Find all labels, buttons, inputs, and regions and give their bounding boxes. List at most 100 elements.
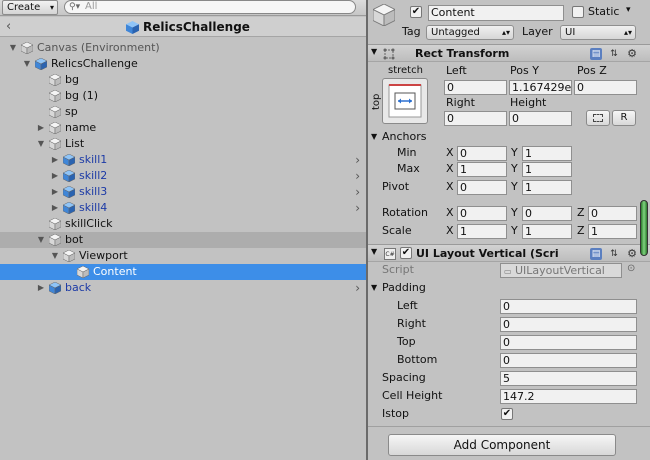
scale-label: Scale [382, 224, 412, 237]
script-field: ▭ UILayoutVertical [500, 263, 622, 278]
blueprint-mode-button[interactable] [586, 110, 610, 126]
hierarchy-item[interactable]: ▼ RelicsChallenge [0, 56, 366, 72]
scale-y-field[interactable]: 1 [522, 224, 572, 239]
hierarchy-item[interactable]: ▶ back › [0, 280, 366, 296]
open-prefab-chevron-icon[interactable]: › [355, 152, 360, 168]
min-x-field[interactable]: 0 [457, 146, 507, 161]
hierarchy-item[interactable]: bg [0, 72, 366, 88]
hierarchy-item[interactable]: ▼ Canvas (Environment) [0, 40, 366, 56]
gear-icon[interactable]: ⚙ [626, 48, 638, 60]
presets-icon[interactable]: ⇅ [608, 248, 620, 260]
hierarchy-item[interactable]: ▼ Viewport [0, 248, 366, 264]
inspector-panel: ✔ Content Static ▾ Tag Untagged ▴▾ Layer … [368, 0, 650, 460]
hierarchy-item-label: List [65, 137, 85, 150]
hierarchy-item[interactable]: ▼ List [0, 136, 366, 152]
help-book-icon[interactable]: ▤ [590, 48, 602, 60]
padding-bottom-field[interactable]: 0 [500, 353, 637, 368]
istop-checkbox[interactable]: ✔ [501, 408, 513, 420]
hierarchy-item[interactable]: ▶ skill1 › [0, 152, 366, 168]
pivot-y-field[interactable]: 1 [522, 180, 572, 195]
collapsed-arrow-icon[interactable]: ▶ [50, 168, 60, 184]
gameobject-cube-icon [49, 234, 61, 246]
gameobject-cube-icon [49, 218, 61, 230]
collapsed-arrow-icon[interactable]: ▶ [50, 152, 60, 168]
inspector-scrollbar[interactable] [640, 200, 648, 256]
active-checkbox[interactable]: ✔ [410, 6, 422, 18]
rotation-y-field[interactable]: 0 [522, 206, 572, 221]
open-prefab-chevron-icon[interactable]: › [355, 184, 360, 200]
layer-dropdown[interactable]: UI ▴▾ [560, 25, 636, 40]
tag-dropdown[interactable]: Untagged ▴▾ [426, 25, 514, 40]
hierarchy-toolbar: Create ▾ ⚲▾ All [0, 0, 366, 16]
tag-label: Tag [402, 25, 421, 38]
open-prefab-chevron-icon[interactable]: › [355, 200, 360, 216]
rot-x-label: X [446, 206, 454, 219]
min-label: Min [397, 146, 417, 159]
hierarchy-search-input[interactable]: ⚲▾ All [64, 0, 356, 14]
hierarchy-item[interactable]: skillClick [0, 216, 366, 232]
rect-transform-header[interactable]: ▼ Rect Transform ▤ ⇅ ⚙ [368, 44, 650, 62]
hierarchy-item[interactable]: ▶ skill2 › [0, 168, 366, 184]
script-file-icon: ▭ [504, 267, 512, 276]
expanded-arrow-icon[interactable]: ▼ [36, 232, 46, 248]
create-dropdown[interactable]: Create ▾ [2, 0, 58, 15]
scale-x-field[interactable]: 1 [457, 224, 507, 239]
hierarchy-item[interactable]: ▶ skill3 › [0, 184, 366, 200]
hierarchy-item-label: sp [65, 105, 78, 118]
padding-right-field[interactable]: 0 [500, 317, 637, 332]
raw-edit-button[interactable]: R [612, 110, 636, 126]
hierarchy-item[interactable]: bg (1) [0, 88, 366, 104]
layout-component-header[interactable]: ▼ C# ✔ UI Layout Vertical (Scri ▤ ⇅ ⚙ [368, 244, 650, 262]
padding-top-field[interactable]: 0 [500, 335, 637, 350]
expanded-arrow-icon[interactable]: ▼ [22, 56, 32, 72]
padding-left-field[interactable]: 0 [500, 299, 637, 314]
hierarchy-item-label: skill2 [79, 169, 108, 182]
max-y-field[interactable]: 1 [522, 162, 572, 177]
hierarchy-item[interactable]: Content [0, 264, 366, 280]
object-picker-icon[interactable]: ⊙ [627, 263, 635, 274]
gear-icon[interactable]: ⚙ [626, 248, 638, 260]
open-prefab-chevron-icon[interactable]: › [355, 168, 360, 184]
min-y-field[interactable]: 1 [522, 146, 572, 161]
right-field[interactable]: 0 [444, 111, 507, 126]
cell-height-field[interactable]: 147.2 [500, 389, 637, 404]
help-book-icon[interactable]: ▤ [590, 248, 602, 260]
pivot-x-field[interactable]: 0 [457, 180, 507, 195]
static-checkbox[interactable] [572, 6, 584, 18]
expanded-arrow-icon[interactable]: ▼ [50, 248, 60, 264]
static-dropdown-arrow-icon[interactable]: ▾ [626, 5, 631, 15]
left-field[interactable]: 0 [444, 80, 507, 95]
collapsed-arrow-icon[interactable]: ▶ [36, 120, 46, 136]
hierarchy-item-label: bot [65, 233, 84, 246]
expanded-arrow-icon[interactable]: ▼ [8, 40, 18, 56]
hierarchy-item[interactable]: ▶ name [0, 120, 366, 136]
max-x-field[interactable]: 1 [457, 162, 507, 177]
add-component-button[interactable]: Add Component [388, 434, 616, 456]
expanded-arrow-icon[interactable]: ▼ [36, 136, 46, 152]
presets-icon[interactable]: ⇅ [608, 48, 620, 60]
height-field[interactable]: 0 [509, 111, 572, 126]
padding-foldout-icon[interactable]: ▼ [371, 283, 377, 292]
collapsed-arrow-icon[interactable]: ▶ [50, 200, 60, 216]
anchors-foldout-icon[interactable]: ▼ [371, 132, 377, 141]
foldout-arrow-icon: ▼ [371, 247, 378, 256]
spacing-field[interactable]: 5 [500, 371, 637, 386]
back-arrow-icon[interactable]: ‹ [6, 19, 11, 34]
anchor-preset-button[interactable] [382, 78, 428, 124]
object-name-field[interactable]: Content [428, 5, 564, 21]
scale-z-field[interactable]: 1 [588, 224, 637, 239]
posz-field[interactable]: 0 [574, 80, 637, 95]
padding-left-label: Left [397, 299, 418, 312]
open-prefab-chevron-icon[interactable]: › [355, 280, 360, 296]
hierarchy-item[interactable]: ▶ skill4 › [0, 200, 366, 216]
gameobject-cube-icon [49, 138, 61, 150]
rotation-x-field[interactable]: 0 [457, 206, 507, 221]
collapsed-arrow-icon[interactable]: ▶ [36, 280, 46, 296]
collapsed-arrow-icon[interactable]: ▶ [50, 184, 60, 200]
component-enabled-checkbox[interactable]: ✔ [400, 247, 412, 259]
rotation-z-field[interactable]: 0 [588, 206, 637, 221]
posy-field[interactable]: 1.167429e [509, 80, 572, 95]
script-file-icon: C# [384, 248, 396, 260]
hierarchy-item[interactable]: sp [0, 104, 366, 120]
hierarchy-item[interactable]: ▼ bot [0, 232, 366, 248]
